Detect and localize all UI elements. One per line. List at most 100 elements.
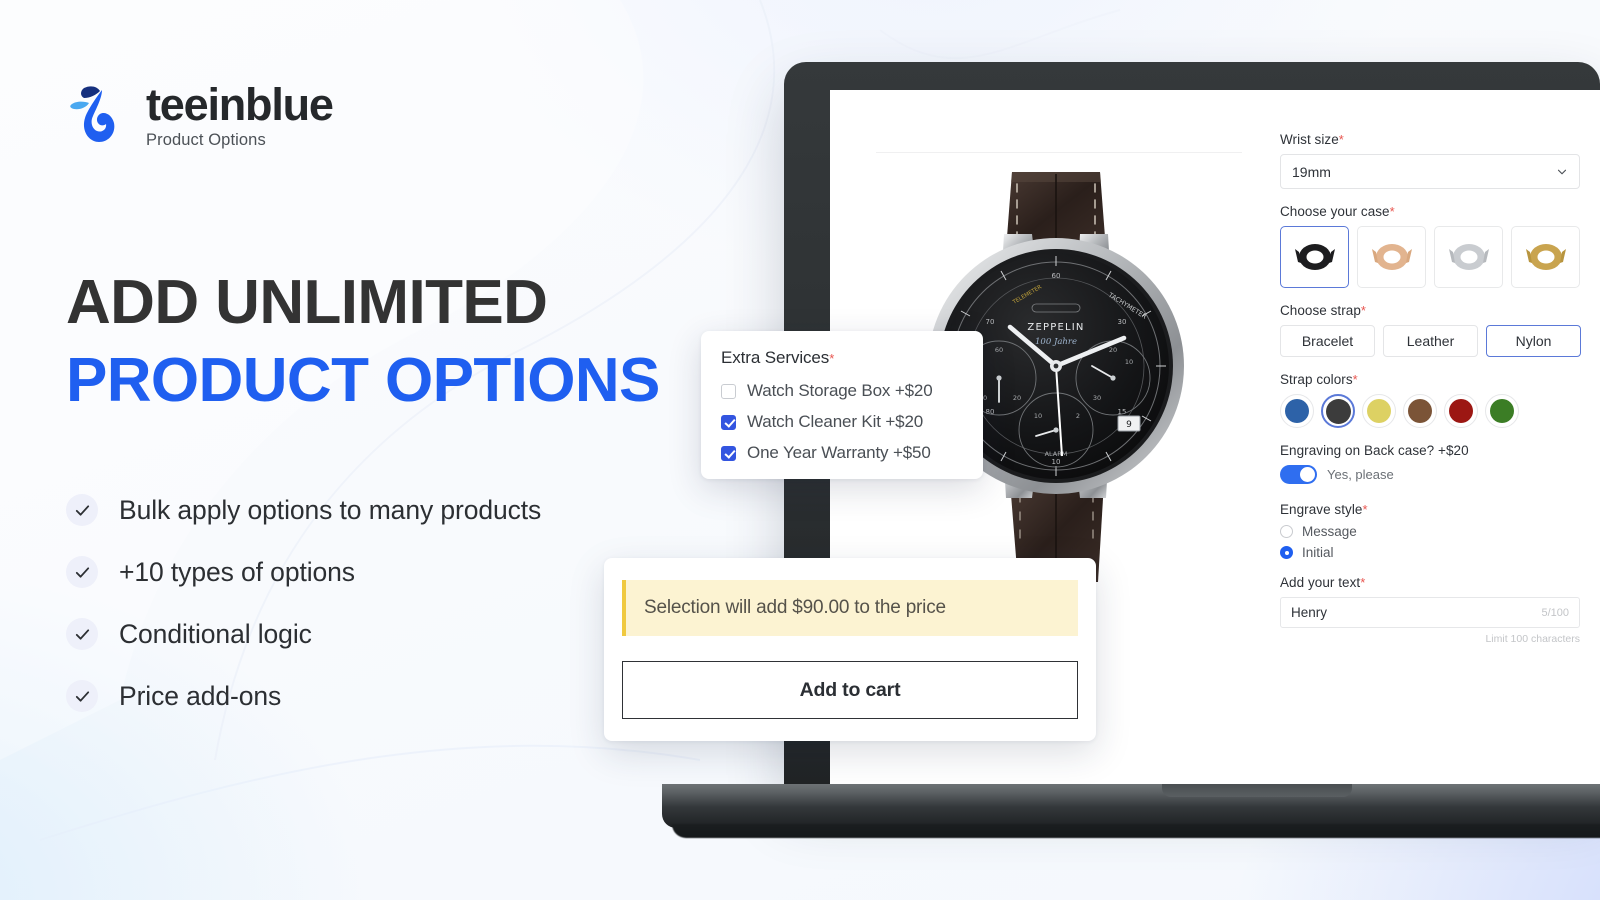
swatch-dot	[1285, 399, 1309, 423]
brand-name: teeinblue	[146, 79, 334, 130]
add-text-label-text: Add your text	[1280, 575, 1361, 590]
brand-logo: teeinblue Product Options	[66, 80, 686, 150]
svg-text:60: 60	[1052, 272, 1061, 280]
wrist-size-label: Wrist size*	[1280, 132, 1600, 147]
radio-icon	[1280, 525, 1293, 538]
checkbox-checked-icon	[721, 414, 736, 430]
add-to-cart-button[interactable]: Add to cart	[622, 661, 1078, 719]
strap-colors-label: Strap colors*	[1280, 372, 1600, 387]
svg-text:ALARM: ALARM	[1045, 450, 1068, 458]
strap-color-red[interactable]	[1444, 394, 1478, 428]
feature-label: +10 types of options	[119, 556, 355, 587]
price-banner: Selection will add $90.00 to the price	[622, 580, 1078, 636]
swatch-dot	[1449, 399, 1473, 423]
svg-text:10: 10	[1125, 358, 1133, 366]
extra-service-warranty[interactable]: One Year Warranty +$50	[721, 443, 963, 463]
strap-options: Bracelet Leather Nylon	[1280, 325, 1600, 357]
add-text-label: Add your text*	[1280, 575, 1600, 590]
engrave-style-group: Engrave style* Message Initial	[1280, 502, 1600, 560]
svg-text:100 Jahre: 100 Jahre	[1035, 337, 1077, 347]
chevron-down-icon	[1557, 169, 1567, 174]
extra-service-label: Watch Storage Box +$20	[747, 381, 933, 400]
feature-label: Price add-ons	[119, 680, 282, 711]
case-option-rose-gold[interactable]	[1357, 226, 1426, 288]
strap-color-blue[interactable]	[1280, 394, 1314, 428]
engraving-label: Engraving on Back case? +$20	[1280, 443, 1469, 458]
feature-item: Conditional logic	[66, 618, 686, 651]
strap-color-black[interactable]	[1321, 394, 1355, 428]
svg-text:20: 20	[1013, 394, 1021, 402]
extra-service-cleaner-kit[interactable]: Watch Cleaner Kit +$20	[721, 412, 963, 432]
required-asterisk: *	[1362, 502, 1368, 517]
check-icon	[66, 618, 98, 651]
extra-service-label: Watch Cleaner Kit +$20	[747, 412, 924, 431]
svg-text:30: 30	[1093, 394, 1101, 402]
swatch-dot	[1325, 398, 1351, 424]
case-label: Choose your case*	[1280, 204, 1600, 219]
svg-text:ZEPPELIN: ZEPPELIN	[1027, 322, 1084, 333]
swatch-dot	[1408, 399, 1432, 423]
svg-text:20: 20	[1109, 346, 1117, 354]
svg-text:60: 60	[995, 346, 1003, 354]
required-asterisk: *	[829, 351, 835, 366]
extra-services-title-text: Extra Services	[721, 348, 830, 367]
check-icon	[66, 494, 98, 527]
required-asterisk: *	[1352, 372, 1358, 387]
wrist-size-group: Wrist size* 19mm	[1280, 132, 1600, 189]
wrist-size-select[interactable]: 19mm	[1280, 154, 1580, 189]
engrave-style-label-text: Engrave style	[1280, 502, 1363, 517]
strap-colors-group: Strap colors*	[1280, 372, 1600, 428]
strap-color-yellow[interactable]	[1362, 394, 1396, 428]
checkbox-icon	[721, 383, 736, 399]
case-label-text: Choose your case	[1280, 204, 1390, 219]
watch-case-icon	[1448, 244, 1489, 270]
engrave-style-option-message[interactable]: Message	[1280, 524, 1600, 539]
engrave-style-option-initial[interactable]: Initial	[1280, 545, 1600, 560]
required-asterisk: *	[1389, 204, 1395, 219]
strap-option-bracelet[interactable]: Bracelet	[1280, 325, 1375, 357]
wrist-size-label-text: Wrist size	[1280, 132, 1339, 147]
case-options	[1280, 226, 1600, 288]
strap-color-green[interactable]	[1485, 394, 1519, 428]
laptop-base	[662, 784, 1600, 828]
strap-group: Choose strap* Bracelet Leather Nylon	[1280, 303, 1600, 357]
brand-tagline: Product Options	[146, 130, 266, 149]
check-icon	[66, 680, 98, 713]
add-text-input[interactable]: Henry 5/100	[1280, 597, 1580, 628]
extra-service-storage-box[interactable]: Watch Storage Box +$20	[721, 381, 963, 401]
swatch-dot	[1490, 399, 1514, 423]
strap-option-leather[interactable]: Leather	[1383, 325, 1478, 357]
svg-text:10: 10	[1052, 458, 1061, 466]
case-option-black[interactable]	[1280, 226, 1349, 288]
marketing-column: teeinblue Product Options ADD UNLIMITED …	[66, 80, 686, 742]
case-option-silver[interactable]	[1434, 226, 1503, 288]
svg-text:10: 10	[1034, 412, 1042, 420]
engraving-toggle[interactable]	[1280, 465, 1317, 484]
radio-icon-selected	[1280, 546, 1293, 559]
screen-divider	[876, 152, 1242, 153]
strap-color-brown[interactable]	[1403, 394, 1437, 428]
checkbox-checked-icon	[721, 445, 736, 461]
engraving-toggle-row: Yes, please	[1280, 465, 1600, 484]
engraving-toggle-text: Yes, please	[1327, 467, 1394, 482]
case-option-gold[interactable]	[1511, 226, 1580, 288]
strap-option-nylon[interactable]: Nylon	[1486, 325, 1581, 357]
strap-color-swatches	[1280, 394, 1600, 428]
check-icon	[66, 556, 98, 589]
feature-item: Bulk apply options to many products	[66, 494, 686, 527]
feature-list: Bulk apply options to many products +10 …	[66, 494, 686, 713]
feature-label: Bulk apply options to many products	[119, 494, 542, 525]
toggle-knob	[1300, 467, 1315, 482]
svg-text:2: 2	[1076, 412, 1080, 420]
wrist-size-value: 19mm	[1292, 163, 1331, 180]
feature-item: +10 types of options	[66, 556, 686, 589]
radio-label: Message	[1302, 524, 1357, 539]
strap-label: Choose strap*	[1280, 303, 1600, 318]
strap-label-text: Choose strap	[1280, 303, 1361, 318]
watch-case-icon	[1294, 244, 1335, 270]
add-to-cart-label: Add to cart	[799, 678, 901, 701]
feature-label: Conditional logic	[119, 618, 312, 649]
required-asterisk: *	[1338, 132, 1344, 147]
teeinblue-droplet-logo-icon	[70, 86, 115, 142]
character-counter: 5/100	[1541, 606, 1569, 619]
